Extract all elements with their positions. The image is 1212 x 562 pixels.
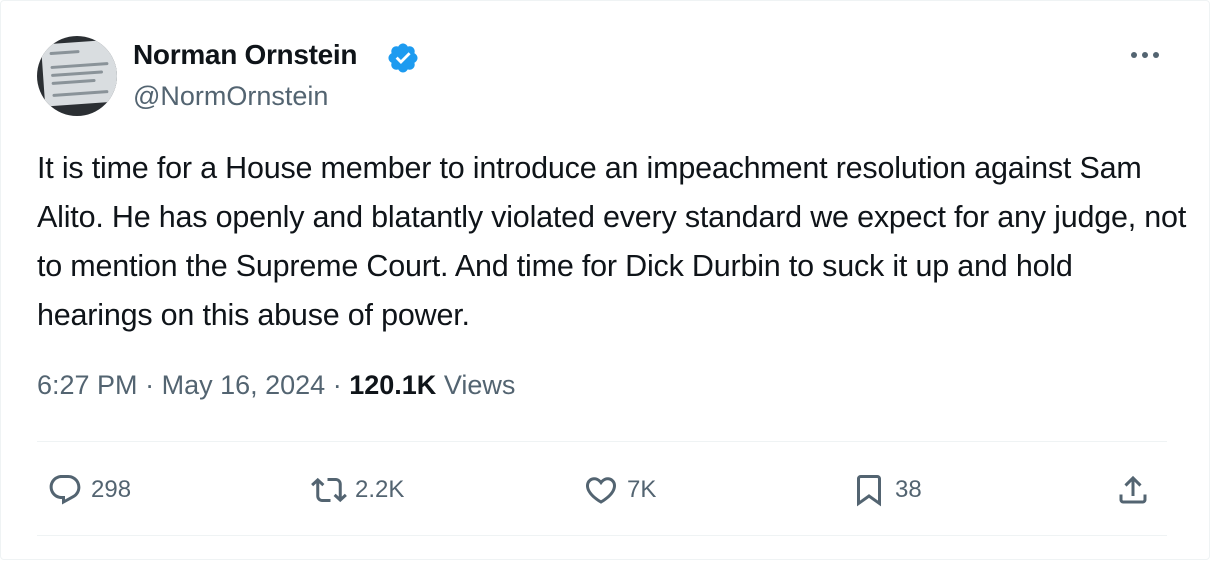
meta-separator: · — [145, 370, 155, 400]
like-count: 7K — [627, 476, 657, 503]
bookmark-icon — [857, 475, 881, 507]
tweet-card: Norman Ornstein @NormOrnstein It is time… — [0, 0, 1210, 560]
repost-icon — [311, 477, 347, 503]
avatar[interactable] — [37, 36, 117, 116]
author-name[interactable]: Norman Ornstein — [133, 39, 358, 71]
tweet-meta: 6:27 PM · May 16, 2024 · 120.1K Views — [37, 370, 515, 401]
avatar-image — [40, 39, 117, 107]
divider — [37, 441, 1167, 442]
reply-bubble-icon — [49, 475, 81, 505]
heart-icon — [585, 477, 617, 504]
more-horizontal-icon[interactable] — [1123, 41, 1167, 69]
tweet-date[interactable]: May 16, 2024 — [162, 370, 326, 400]
views-label[interactable]: Views — [444, 370, 516, 400]
share-button[interactable] — [1115, 471, 1159, 509]
views-count[interactable]: 120.1K — [349, 370, 436, 400]
like-button[interactable]: 7K — [583, 471, 656, 509]
author-handle[interactable]: @NormOrnstein — [133, 81, 328, 112]
tweet-time[interactable]: 6:27 PM — [37, 370, 138, 400]
meta-separator: · — [332, 370, 342, 400]
bookmark-button[interactable]: 38 — [851, 471, 922, 509]
tweet-text: It is time for a House member to introdu… — [37, 151, 1187, 332]
reply-button[interactable]: 298 — [47, 471, 131, 509]
share-upload-icon — [1119, 475, 1147, 504]
bookmark-count: 38 — [895, 476, 922, 503]
verified-badge-icon[interactable] — [386, 41, 420, 75]
divider — [37, 535, 1167, 536]
repost-count: 2.2K — [355, 476, 405, 503]
reply-count: 298 — [91, 476, 132, 503]
repost-button[interactable]: 2.2K — [311, 471, 404, 509]
